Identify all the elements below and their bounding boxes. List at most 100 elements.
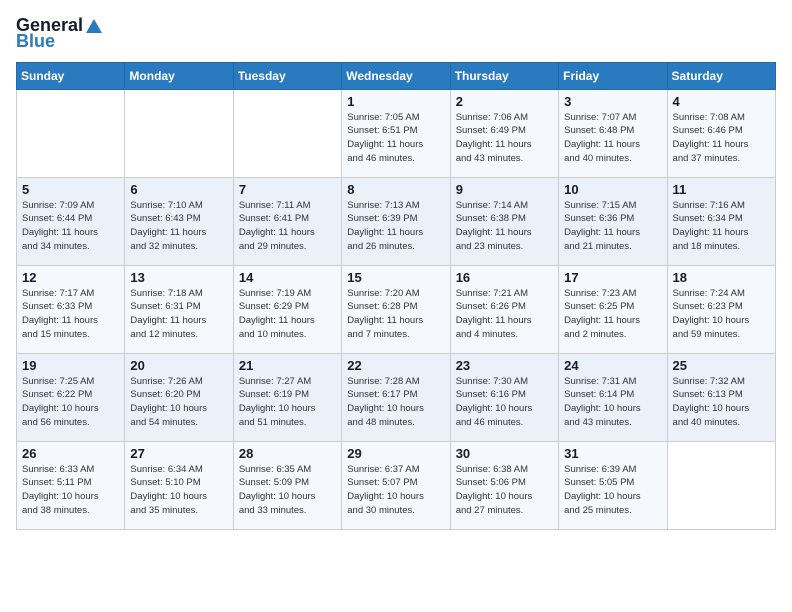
day-number: 12 [22,270,119,285]
day-info: Sunrise: 6:35 AM Sunset: 5:09 PM Dayligh… [239,463,336,518]
day-info: Sunrise: 7:19 AM Sunset: 6:29 PM Dayligh… [239,287,336,342]
calendar-cell: 31 Sunrise: 6:39 AM Sunset: 5:05 PM Dayli… [559,441,667,529]
day-info: Sunrise: 7:30 AM Sunset: 6:16 PM Dayligh… [456,375,553,430]
calendar-cell: 5Sunrise: 7:09 AM Sunset: 6:44 PM Daylig… [17,177,125,265]
page-header: General Blue [16,16,776,52]
day-info: Sunrise: 7:07 AM Sunset: 6:48 PM Dayligh… [564,111,661,166]
day-info: Sunrise: 6:34 AM Sunset: 5:10 PM Dayligh… [130,463,227,518]
day-number: 31 [564,446,661,461]
calendar-week-row: 12 Sunrise: 7:17 AM Sunset: 6:33 PM Dayli… [17,265,776,353]
day-number: 27 [130,446,227,461]
day-info: Sunrise: 7:10 AM Sunset: 6:43 PM Dayligh… [130,199,227,254]
day-number: 7 [239,182,336,197]
day-of-week-header: Monday [125,62,233,89]
logo: General Blue [16,16,102,52]
day-number: 13 [130,270,227,285]
day-number: 16 [456,270,553,285]
day-info: Sunrise: 7:08 AM Sunset: 6:46 PM Dayligh… [673,111,770,166]
calendar-cell: 15 Sunrise: 7:20 AM Sunset: 6:28 PM Dayli… [342,265,450,353]
day-info: Sunrise: 7:28 AM Sunset: 6:17 PM Dayligh… [347,375,444,430]
day-of-week-header: Saturday [667,62,775,89]
day-number: 19 [22,358,119,373]
day-info: Sunrise: 6:37 AM Sunset: 5:07 PM Dayligh… [347,463,444,518]
calendar-cell: 4 Sunrise: 7:08 AM Sunset: 6:46 PM Daylig… [667,89,775,177]
day-info: Sunrise: 7:32 AM Sunset: 6:13 PM Dayligh… [673,375,770,430]
day-number: 10 [564,182,661,197]
day-number: 21 [239,358,336,373]
logo-text-line2: Blue [16,32,55,52]
day-number: 25 [673,358,770,373]
day-info: Sunrise: 7:18 AM Sunset: 6:31 PM Dayligh… [130,287,227,342]
day-number: 14 [239,270,336,285]
day-number: 9 [456,182,553,197]
calendar-cell [17,89,125,177]
calendar-cell: 17 Sunrise: 7:23 AM Sunset: 6:25 PM Dayli… [559,265,667,353]
day-info: Sunrise: 6:39 AM Sunset: 5:05 PM Dayligh… [564,463,661,518]
calendar-table: SundayMondayTuesdayWednesdayThursdayFrid… [16,62,776,530]
day-info: Sunrise: 7:16 AM Sunset: 6:34 PM Dayligh… [673,199,770,254]
calendar-cell: 12 Sunrise: 7:17 AM Sunset: 6:33 PM Dayli… [17,265,125,353]
calendar-cell: 7 Sunrise: 7:11 AM Sunset: 6:41 PM Daylig… [233,177,341,265]
calendar-cell: 22 Sunrise: 7:28 AM Sunset: 6:17 PM Dayli… [342,353,450,441]
day-info: Sunrise: 6:38 AM Sunset: 5:06 PM Dayligh… [456,463,553,518]
calendar-cell: 26 Sunrise: 6:33 AM Sunset: 5:11 PM Dayli… [17,441,125,529]
day-info: Sunrise: 7:05 AM Sunset: 6:51 PM Dayligh… [347,111,444,166]
calendar-cell: 18 Sunrise: 7:24 AM Sunset: 6:23 PM Dayli… [667,265,775,353]
calendar-cell: 13 Sunrise: 7:18 AM Sunset: 6:31 PM Dayli… [125,265,233,353]
day-of-week-header: Thursday [450,62,558,89]
day-info: Sunrise: 7:24 AM Sunset: 6:23 PM Dayligh… [673,287,770,342]
calendar-cell: 1 Sunrise: 7:05 AM Sunset: 6:51 PM Daylig… [342,89,450,177]
calendar-cell: 25 Sunrise: 7:32 AM Sunset: 6:13 PM Dayli… [667,353,775,441]
calendar-cell: 8Sunrise: 7:13 AM Sunset: 6:39 PM Daylig… [342,177,450,265]
day-number: 30 [456,446,553,461]
calendar-cell: 30 Sunrise: 6:38 AM Sunset: 5:06 PM Dayli… [450,441,558,529]
day-number: 18 [673,270,770,285]
day-number: 17 [564,270,661,285]
day-of-week-header: Friday [559,62,667,89]
day-info: Sunrise: 7:26 AM Sunset: 6:20 PM Dayligh… [130,375,227,430]
logo-bird-icon [84,17,102,35]
day-number: 8 [347,182,444,197]
day-number: 28 [239,446,336,461]
calendar-cell: 27 Sunrise: 6:34 AM Sunset: 5:10 PM Dayli… [125,441,233,529]
day-number: 6 [130,182,227,197]
day-info: Sunrise: 7:11 AM Sunset: 6:41 PM Dayligh… [239,199,336,254]
day-number: 11 [673,182,770,197]
day-info: Sunrise: 7:23 AM Sunset: 6:25 PM Dayligh… [564,287,661,342]
calendar-week-row: 26 Sunrise: 6:33 AM Sunset: 5:11 PM Dayli… [17,441,776,529]
day-of-week-header: Sunday [17,62,125,89]
calendar-cell: 29Sunrise: 6:37 AM Sunset: 5:07 PM Dayli… [342,441,450,529]
day-info: Sunrise: 7:20 AM Sunset: 6:28 PM Dayligh… [347,287,444,342]
day-number: 1 [347,94,444,109]
calendar-cell: 11 Sunrise: 7:16 AM Sunset: 6:34 PM Dayli… [667,177,775,265]
day-number: 22 [347,358,444,373]
calendar-cell [667,441,775,529]
calendar-cell: 28 Sunrise: 6:35 AM Sunset: 5:09 PM Dayli… [233,441,341,529]
day-number: 4 [673,94,770,109]
calendar-cell: 6 Sunrise: 7:10 AM Sunset: 6:43 PM Daylig… [125,177,233,265]
calendar-header-row: SundayMondayTuesdayWednesdayThursdayFrid… [17,62,776,89]
calendar-cell: 24 Sunrise: 7:31 AM Sunset: 6:14 PM Dayli… [559,353,667,441]
day-info: Sunrise: 7:17 AM Sunset: 6:33 PM Dayligh… [22,287,119,342]
day-info: Sunrise: 6:33 AM Sunset: 5:11 PM Dayligh… [22,463,119,518]
day-info: Sunrise: 7:27 AM Sunset: 6:19 PM Dayligh… [239,375,336,430]
calendar-cell: 19Sunrise: 7:25 AM Sunset: 6:22 PM Dayli… [17,353,125,441]
day-info: Sunrise: 7:15 AM Sunset: 6:36 PM Dayligh… [564,199,661,254]
calendar-cell: 10 Sunrise: 7:15 AM Sunset: 6:36 PM Dayli… [559,177,667,265]
calendar-week-row: 1 Sunrise: 7:05 AM Sunset: 6:51 PM Daylig… [17,89,776,177]
day-number: 5 [22,182,119,197]
calendar-week-row: 19Sunrise: 7:25 AM Sunset: 6:22 PM Dayli… [17,353,776,441]
day-number: 15 [347,270,444,285]
day-of-week-header: Tuesday [233,62,341,89]
calendar-cell: 14 Sunrise: 7:19 AM Sunset: 6:29 PM Dayli… [233,265,341,353]
day-number: 26 [22,446,119,461]
calendar-cell [125,89,233,177]
day-of-week-header: Wednesday [342,62,450,89]
calendar-cell: 20Sunrise: 7:26 AM Sunset: 6:20 PM Dayli… [125,353,233,441]
day-number: 24 [564,358,661,373]
day-number: 2 [456,94,553,109]
calendar-cell: 21 Sunrise: 7:27 AM Sunset: 6:19 PM Dayli… [233,353,341,441]
calendar-cell: 3Sunrise: 7:07 AM Sunset: 6:48 PM Daylig… [559,89,667,177]
calendar-week-row: 5Sunrise: 7:09 AM Sunset: 6:44 PM Daylig… [17,177,776,265]
day-info: Sunrise: 7:31 AM Sunset: 6:14 PM Dayligh… [564,375,661,430]
